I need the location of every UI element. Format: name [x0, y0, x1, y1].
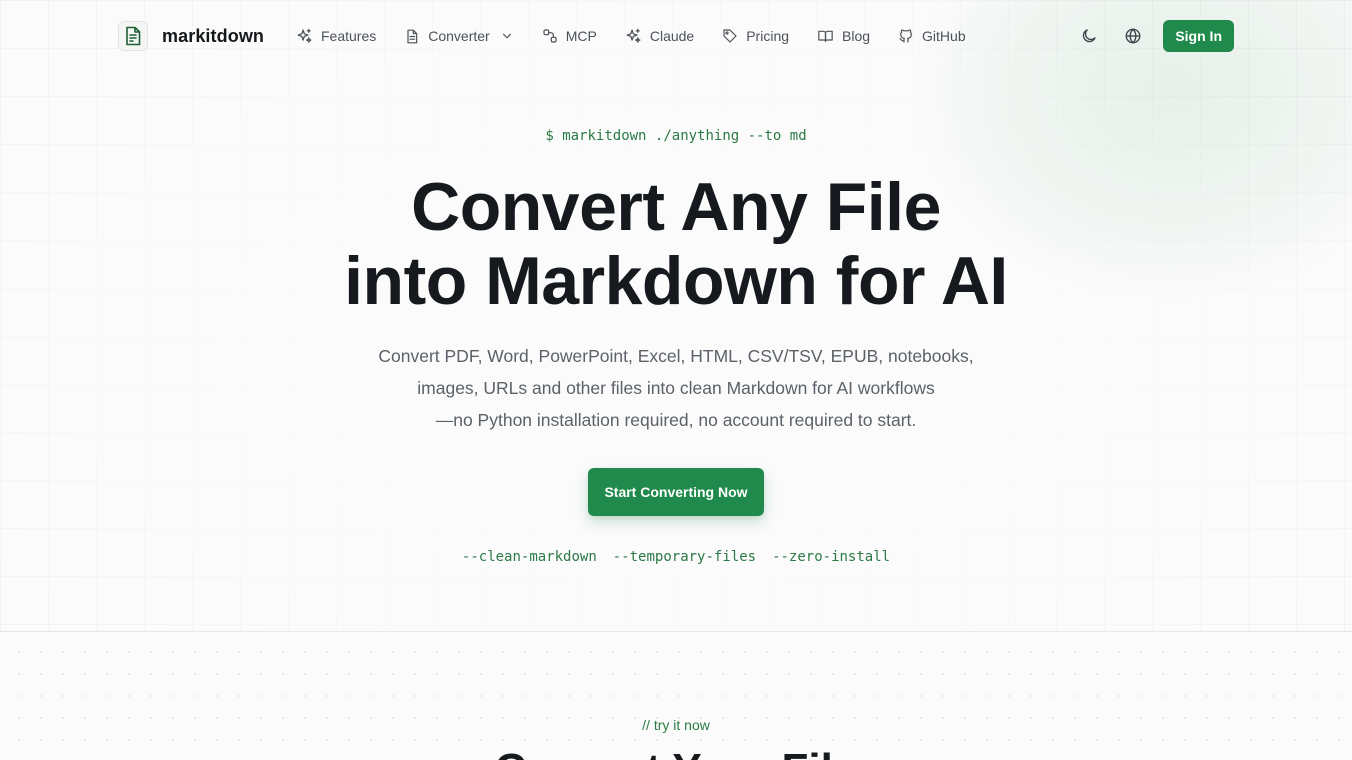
- sparkles-icon: [297, 28, 312, 43]
- nav-label-features: Features: [321, 28, 377, 44]
- hero-subtitle: Convert PDF, Word, PowerPoint, Excel, HT…: [326, 340, 1026, 436]
- nav-actions: Sign In: [1073, 20, 1234, 52]
- nav-item-features[interactable]: Features: [296, 25, 376, 47]
- try-section-background: [0, 633, 1352, 760]
- sparkles-icon: [626, 28, 641, 43]
- globe-icon: [1125, 28, 1141, 44]
- nav-label-github: GitHub: [922, 28, 966, 44]
- brand-logo[interactable]: markitdown: [118, 21, 264, 51]
- nav-links: Features Converter MCP Claude Pricing Bl…: [296, 25, 966, 47]
- tag-icon: [723, 29, 737, 43]
- top-navigation: markitdown Features Converter MCP Claude…: [0, 0, 1352, 72]
- brand-name: markitdown: [162, 25, 265, 46]
- headline-line-2: into Markdown for AI: [344, 243, 1008, 319]
- nav-item-blog[interactable]: Blog: [817, 25, 870, 47]
- nav-item-mcp[interactable]: MCP: [542, 25, 597, 47]
- language-button[interactable]: [1117, 20, 1149, 52]
- nav-label-mcp: MCP: [565, 28, 597, 44]
- start-converting-button[interactable]: Start Converting Now: [588, 468, 764, 516]
- theme-toggle-button[interactable]: [1073, 20, 1105, 52]
- chevron-down-icon: [502, 33, 511, 39]
- subtitle-line-3: —no Python installation required, no acc…: [435, 410, 917, 430]
- sign-in-button[interactable]: Sign In: [1163, 20, 1234, 52]
- nodes-icon: [543, 29, 557, 43]
- try-section-title: Convert Your File: [0, 744, 1352, 760]
- hero-command: $ markitdown ./anything --to md: [545, 128, 807, 144]
- nav-label-converter: Converter: [428, 28, 490, 44]
- moon-icon: [1083, 29, 1097, 43]
- headline-line-1: Convert Any File: [411, 169, 941, 245]
- nav-label-pricing: Pricing: [746, 28, 790, 44]
- book-icon: [818, 30, 833, 42]
- subtitle-line-2: images, URLs and other files into clean …: [417, 378, 935, 398]
- nav-item-pricing[interactable]: Pricing: [722, 25, 789, 47]
- feature-flags: --clean-markdown --temporary-files --zer…: [0, 549, 1352, 565]
- try-eyebrow: // try it now: [642, 717, 710, 733]
- nav-item-claude[interactable]: Claude: [625, 25, 694, 47]
- nav-item-github[interactable]: GitHub: [898, 25, 966, 47]
- nav-label-claude: Claude: [649, 28, 695, 44]
- document-logo-icon: [118, 21, 148, 51]
- subtitle-line-1: Convert PDF, Word, PowerPoint, Excel, HT…: [378, 346, 974, 366]
- github-icon: [899, 29, 912, 43]
- flag-zero-install: --zero-install: [772, 549, 891, 565]
- flag-clean-markdown: --clean-markdown: [461, 549, 597, 565]
- document-icon: [407, 29, 418, 43]
- nav-label-blog: Blog: [842, 28, 871, 44]
- hero-headline: Convert Any File into Markdown for AI: [0, 170, 1352, 318]
- flag-temporary-files: --temporary-files: [612, 549, 757, 565]
- nav-item-converter[interactable]: Converter: [404, 25, 513, 47]
